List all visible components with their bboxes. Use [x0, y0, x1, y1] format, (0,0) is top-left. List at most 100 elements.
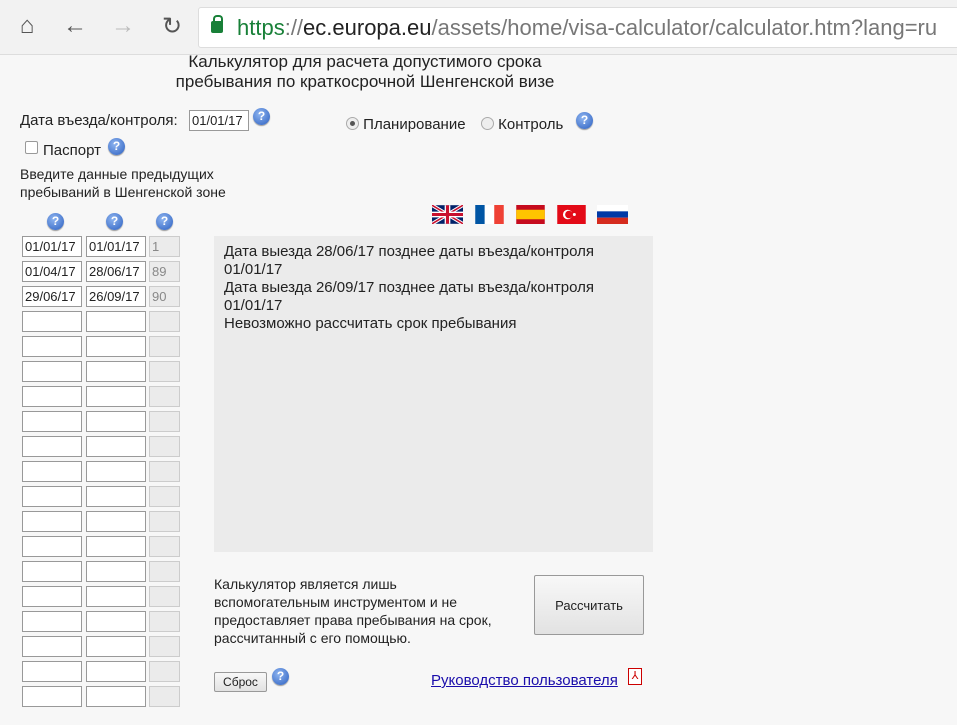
entry-date-input[interactable]: 01/01/17	[189, 110, 249, 131]
url-path: /assets/home/visa-calculator/calculator.…	[431, 15, 938, 40]
help-icon[interactable]: ?	[106, 213, 123, 230]
stay-days-field	[149, 336, 180, 357]
stay-exit-input[interactable]	[86, 636, 146, 657]
stay-exit-input[interactable]	[86, 436, 146, 457]
stay-days-field	[149, 361, 180, 382]
passport-label: Паспорт	[43, 142, 101, 159]
stay-entry-input[interactable]	[22, 361, 82, 382]
help-icon[interactable]: ?	[47, 213, 64, 230]
stay-entry-input[interactable]	[22, 686, 82, 707]
mode-planning[interactable]: Планирование	[346, 116, 466, 133]
stay-exit-input[interactable]	[86, 361, 146, 382]
control-label: Контроль	[498, 116, 564, 133]
help-icon[interactable]: ?	[156, 213, 173, 230]
stay-exit-input[interactable]	[86, 536, 146, 557]
stay-entry-input[interactable]: 29/06/17	[22, 286, 82, 307]
stay-entry-input[interactable]: 01/04/17	[22, 261, 82, 282]
help-icon[interactable]: ?	[108, 138, 125, 155]
url-scheme: https	[237, 15, 285, 40]
page-title: Калькулятор для расчета допустимого срок…	[100, 52, 630, 92]
stay-entry-input[interactable]: 01/01/17	[22, 236, 82, 257]
stay-exit-input[interactable]	[86, 311, 146, 332]
control-radio[interactable]	[481, 117, 494, 130]
stay-days-field	[149, 461, 180, 482]
stay-days-field	[149, 486, 180, 507]
pdf-icon[interactable]: ⅄	[628, 668, 642, 685]
address-bar[interactable]: https://ec.europa.eu/assets/home/visa-ca…	[198, 7, 957, 48]
result-panel: Дата выезда 28/06/17 позднее даты въезда…	[214, 236, 653, 552]
forward-icon[interactable]: →	[108, 12, 138, 40]
stay-entry-input[interactable]	[22, 461, 82, 482]
flag-ru-icon[interactable]	[597, 205, 628, 224]
calculate-button[interactable]: Рассчитать	[534, 575, 644, 635]
stay-entry-input[interactable]	[22, 336, 82, 357]
planning-label: Планирование	[363, 116, 466, 133]
stay-exit-input[interactable]	[86, 461, 146, 482]
result-message: Дата выезда 26/09/17 позднее даты въезда…	[224, 279, 594, 314]
url-sep: ://	[284, 15, 304, 40]
help-icon[interactable]: ?	[576, 112, 593, 129]
stay-entry-input[interactable]	[22, 536, 82, 557]
entry-label: Дата въезда/контроля:	[20, 112, 178, 129]
stay-days-field	[149, 411, 180, 432]
stay-exit-input[interactable]	[86, 511, 146, 532]
stay-entry-input[interactable]	[22, 386, 82, 407]
stay-days-field	[149, 611, 180, 632]
reload-icon[interactable]: ↻	[157, 12, 187, 41]
stay-exit-input[interactable]: 28/06/17	[86, 261, 146, 282]
mode-control[interactable]: Контроль	[481, 116, 563, 133]
stay-entry-input[interactable]	[22, 661, 82, 682]
stay-entry-input[interactable]	[22, 586, 82, 607]
stay-days-field	[149, 311, 180, 332]
stay-exit-input[interactable]	[86, 411, 146, 432]
stay-days-field	[149, 661, 180, 682]
back-icon[interactable]: ←	[60, 12, 90, 40]
result-message: Дата выезда 28/06/17 позднее даты въезда…	[224, 243, 594, 278]
stay-days-field	[149, 636, 180, 657]
home-icon[interactable]: ⌂	[12, 12, 42, 40]
url-domain: ec.europa.eu	[303, 15, 432, 40]
title-line-2: пребывания по краткосрочной Шенгенской в…	[175, 72, 555, 91]
stay-exit-input[interactable]: 26/09/17	[86, 286, 146, 307]
user-guide-link[interactable]: Руководство пользователя	[431, 672, 618, 689]
stay-days-field: 1	[149, 236, 180, 257]
stay-exit-input[interactable]	[86, 611, 146, 632]
disclaimer: Калькулятор является лишь вспомогательны…	[214, 576, 492, 646]
stay-exit-input[interactable]	[86, 661, 146, 682]
stay-days-field: 90	[149, 286, 180, 307]
stay-days-field	[149, 561, 180, 582]
instructions-line-1: Введите данные предыдущих	[20, 166, 214, 182]
flag-es-icon[interactable]	[515, 205, 546, 224]
stay-exit-input[interactable]	[86, 686, 146, 707]
stay-entry-input[interactable]	[22, 411, 82, 432]
stay-exit-input[interactable]	[86, 336, 146, 357]
stay-exit-input[interactable]	[86, 386, 146, 407]
stay-entry-input[interactable]	[22, 561, 82, 582]
reset-button[interactable]: Сброс	[214, 672, 267, 692]
stay-entry-input[interactable]	[22, 611, 82, 632]
instructions-line-2: пребываний в Шенгенской зоне	[20, 184, 226, 200]
help-icon[interactable]: ?	[272, 668, 289, 685]
browser-toolbar: ⌂ ← → ↻ https://ec.europa.eu/assets/home…	[0, 0, 957, 55]
stay-entry-input[interactable]	[22, 436, 82, 457]
instructions: Введите данные предыдущих пребываний в Ш…	[20, 165, 226, 201]
stay-days-field	[149, 686, 180, 707]
stay-days-field: 89	[149, 261, 180, 282]
help-icon[interactable]: ?	[253, 108, 270, 125]
flag-tr-icon[interactable]	[556, 205, 587, 224]
stay-entry-input[interactable]	[22, 511, 82, 532]
planning-radio[interactable]	[346, 117, 359, 130]
stay-entry-input[interactable]	[22, 311, 82, 332]
flag-uk-icon[interactable]	[432, 205, 463, 224]
title-line-1: Калькулятор для расчета допустимого срок…	[188, 52, 542, 71]
passport-checkbox[interactable]	[25, 141, 38, 154]
stay-entry-input[interactable]	[22, 636, 82, 657]
stay-exit-input[interactable]	[86, 561, 146, 582]
flag-fr-icon[interactable]	[474, 205, 505, 224]
stay-days-field	[149, 536, 180, 557]
stay-exit-input[interactable]	[86, 586, 146, 607]
stay-days-field	[149, 386, 180, 407]
stay-entry-input[interactable]	[22, 486, 82, 507]
stay-exit-input[interactable]	[86, 486, 146, 507]
stay-exit-input[interactable]: 01/01/17	[86, 236, 146, 257]
